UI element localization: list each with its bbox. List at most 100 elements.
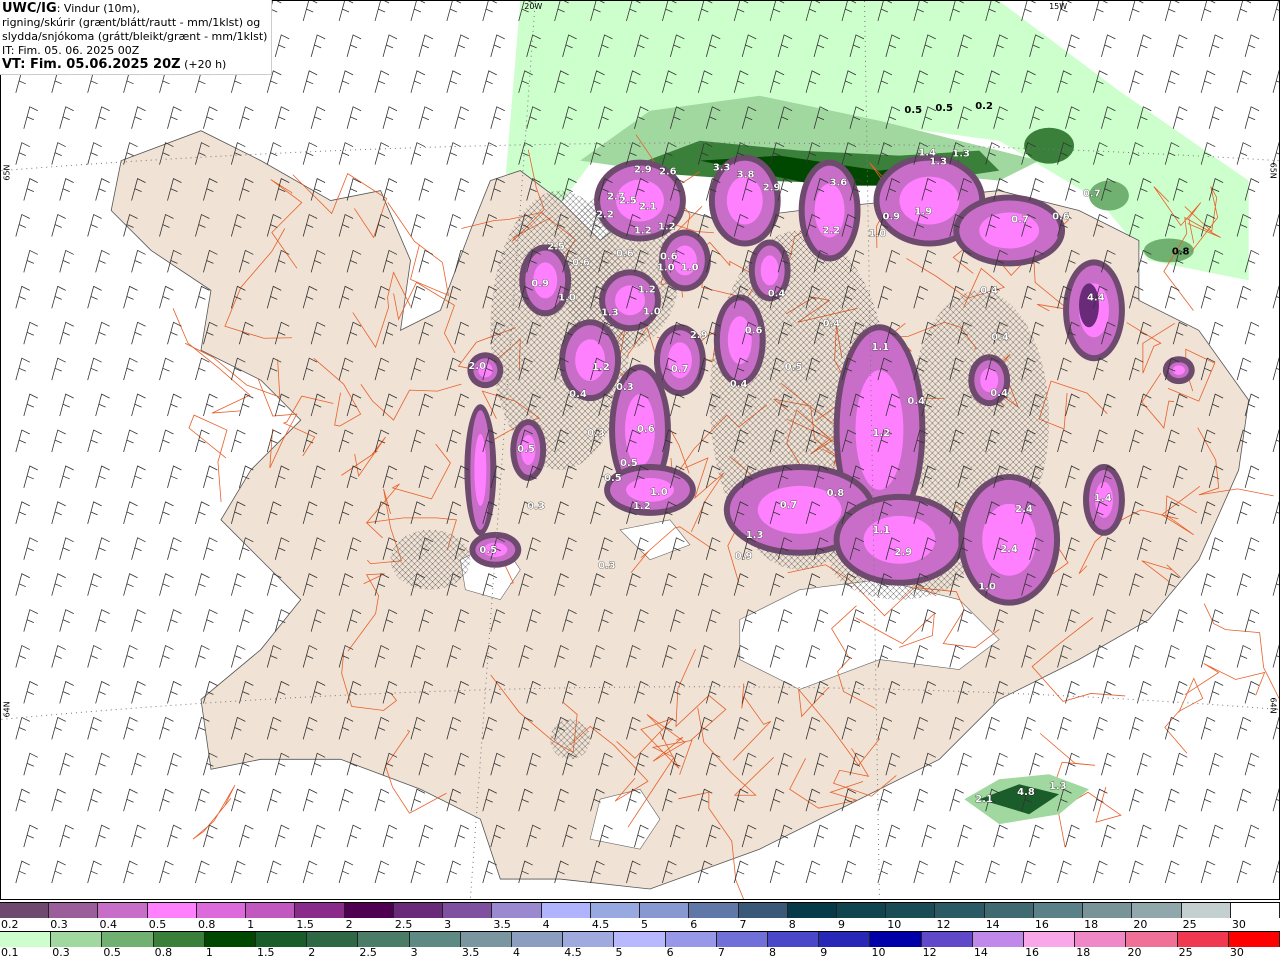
legend-rain-label: 10 [871, 946, 886, 959]
legend-snow-label: 5 [641, 918, 649, 931]
legend-rain-swatch [153, 932, 205, 947]
legend-rain-label: 1.5 [257, 946, 275, 959]
legend-snow-swatch [246, 903, 296, 918]
precip-value-label: 1.0 [681, 262, 699, 273]
legend-rain-swatch [1075, 932, 1127, 947]
legend-snow-swatch [0, 903, 50, 918]
weather-map: 20W 15W 65N 64N 65N 64N 0.5 0.5 0.2 2.9 2.6 3… [0, 0, 1280, 900]
legend-rain-label: 4.5 [564, 946, 582, 959]
map-title: UWC/IG: Vindur (10m), rigning/skúrir (gr… [0, 0, 273, 75]
legend-snow-label: 18 [1084, 918, 1099, 931]
legend-rain-label: 18 [1076, 946, 1091, 959]
legend-rain-swatch [819, 932, 871, 947]
legend-snow-swatch [393, 903, 444, 918]
hatch-area [390, 529, 471, 590]
legend-rain-swatch [358, 932, 410, 947]
legend-snow-label: 4 [542, 918, 550, 931]
legend-rain-swatch [921, 932, 973, 947]
precip-value-label: 4.4 [1087, 292, 1105, 303]
legend-snow-label: 30 [1231, 918, 1246, 931]
legend-snow-label: 3 [444, 918, 452, 931]
snow-area [726, 176, 763, 225]
precip-value-label: 0.4 [990, 388, 1008, 399]
legend-snow-swatch [492, 903, 542, 918]
legend-rain-label: 5 [615, 946, 623, 959]
precip-value-label: 1.3 [929, 157, 947, 168]
legend-rain-swatch [307, 932, 359, 947]
legend-snow-label: 7 [739, 918, 747, 931]
legend-snow-labels: 0.2 0.3 0.4 0.5 0.8 1 1.5 2 2.5 3 3.5 4 4.5 5 6 7 8 9 10 12… [0, 918, 1280, 931]
legend-snow-label: 16 [1034, 918, 1049, 931]
legend-snow-swatch [640, 903, 690, 918]
legend-snow-swatch [147, 903, 197, 918]
precip-value-label: 0.4 [823, 318, 841, 329]
precip-value-label: 0.8 [827, 488, 845, 499]
legend-rain-label: 0.8 [154, 946, 173, 959]
legend-rain-swatch [1126, 932, 1178, 947]
precip-value-label: 0.5 [620, 458, 638, 469]
legend-snow-swatch [787, 903, 837, 918]
legend-snow-label: 0.4 [99, 918, 117, 931]
legend-snow-label: 10 [887, 918, 902, 931]
legend-rain-label: 6 [666, 946, 674, 959]
precip-value-label: 2.1 [975, 794, 993, 805]
legend-snow-swatch [344, 903, 394, 918]
precip-value-label: 0.6 [637, 424, 655, 435]
legend-rain-label: 0.5 [103, 946, 121, 959]
precip-value-label: 0.6 [616, 248, 634, 259]
legend-rain-swatch [409, 932, 461, 947]
precip-value-label: 1.3 [1049, 781, 1067, 792]
lat-label-65n-left: 65N [2, 164, 11, 180]
legend-snow-swatch [49, 903, 99, 918]
precip-value-label: 1.0 [650, 487, 668, 498]
legend-rain-swatch [1177, 932, 1229, 947]
precip-value-label: 0.3 [616, 382, 634, 393]
precip-value-label: 2.6 [659, 167, 677, 178]
legend-snow-label: 2 [345, 918, 353, 931]
title-line1: : Vindur (10m), [56, 2, 140, 15]
legend-snow-label: 20 [1133, 918, 1148, 931]
precip-value-label: 1.0 [657, 262, 675, 273]
precip-value-label: 1.3 [952, 149, 970, 160]
legend-snow-swatch [984, 903, 1034, 918]
legend-rain-swatch [204, 932, 257, 947]
precip-value-label: 3.8 [737, 170, 755, 181]
legend-rain-label: 0.3 [52, 946, 70, 959]
title-line3: slydda/snjókoma (grátt/bleikt/grænt - mm… [2, 30, 268, 43]
precip-value-label: 2.5 [619, 196, 637, 207]
lat-label-64n-right: 64N [1269, 697, 1278, 713]
precip-value-label: 0.3 [598, 561, 616, 572]
precip-value-label: 0.3 [527, 501, 545, 512]
legend-rain-label: 25 [1178, 946, 1193, 959]
precip-value-label: 4.8 [1017, 787, 1035, 798]
precip-value-label: 2.9 [634, 165, 652, 176]
legend-rain-label: 2 [308, 946, 316, 959]
legend-snow-swatch [689, 903, 739, 918]
precip-value-label: 2.4 [1015, 504, 1033, 515]
legend-rain-label: 8 [769, 946, 777, 959]
precip-value-label: 0.5 [785, 362, 803, 373]
precip-value-label: 1.0 [558, 292, 576, 303]
model-name: UWC/IG [2, 1, 57, 16]
legend-snow-label: 3.5 [493, 918, 511, 931]
legend-snow-label: 0.3 [50, 918, 68, 931]
precip-value-label: 0.6 [660, 251, 678, 262]
precip-value-label: 1.2 [638, 284, 656, 295]
precip-value-label: 0.6 [1052, 212, 1070, 223]
legend-snow-swatch [196, 903, 247, 918]
precip-value-label: 0.5 [517, 444, 535, 455]
precip-value-label: 0.6 [572, 257, 590, 268]
precip-value-label: 1.9 [914, 207, 932, 218]
legend-rain-swatch [768, 932, 820, 947]
legend-snow-swatch [541, 903, 591, 918]
precip-value-label: 3.6 [830, 178, 848, 189]
precip-value-label: 1.3 [601, 307, 619, 318]
precip-value-label: 2.2 [596, 210, 614, 221]
legend-rain-label: 9 [820, 946, 828, 959]
legend-snow-label: 8 [788, 918, 796, 931]
legend-snow-label: 9 [837, 918, 845, 931]
legend-snow-bar [0, 902, 1280, 918]
precip-value-label: 1.0 [868, 228, 886, 239]
legend-snow-label: 12 [936, 918, 951, 931]
legend-rain-swatch [972, 932, 1025, 947]
